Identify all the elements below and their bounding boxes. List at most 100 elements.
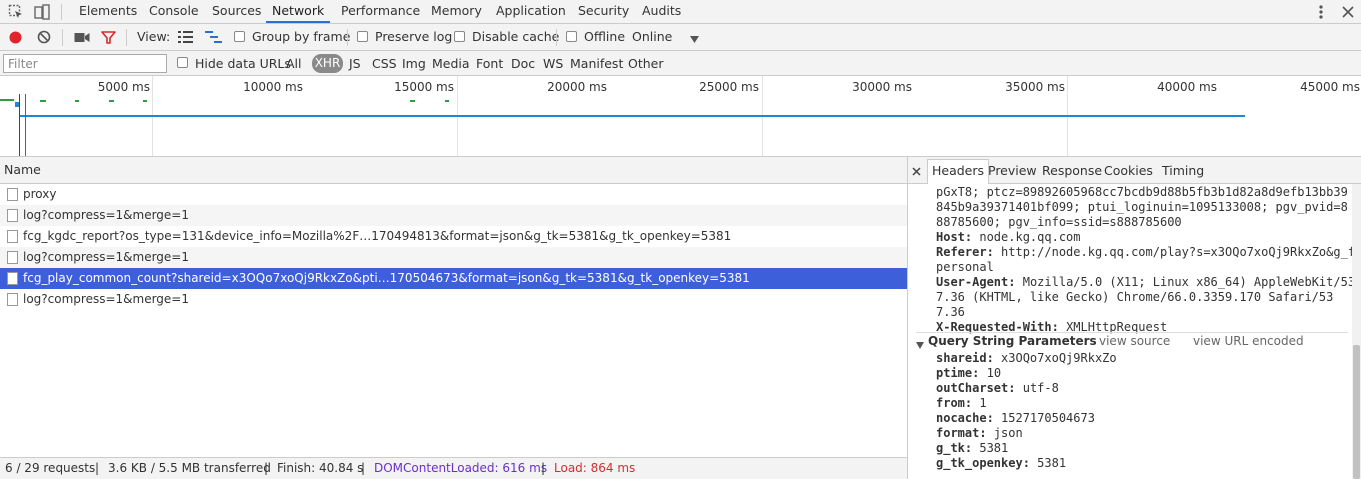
dom-content-loaded-marker [19, 94, 20, 156]
tab-security[interactable]: Security [578, 0, 629, 23]
devtools-tab-bar: Elements Console Sources Network Perform… [0, 0, 1361, 24]
filter-type-doc[interactable]: Doc [511, 56, 535, 71]
filter-type-media[interactable]: Media [432, 56, 470, 71]
request-row[interactable]: log?compress=1&merge=1 [0, 247, 907, 268]
detail-tab-response[interactable]: Response [1042, 163, 1102, 178]
timeline-long-bar [19, 115, 1245, 117]
detail-tab-timing[interactable]: Timing [1162, 163, 1204, 178]
document-icon [7, 293, 18, 306]
request-row[interactable]: proxy [0, 184, 907, 205]
throttling-select[interactable]: Online [630, 24, 704, 50]
detail-scrollbar-thumb[interactable] [1353, 345, 1360, 479]
offline-checkbox[interactable] [566, 31, 577, 42]
view-source-link[interactable]: view source [1099, 334, 1170, 348]
timeline-overview[interactable]: 5000 ms 10000 ms 15000 ms 20000 ms 25000… [0, 76, 1361, 157]
clear-icon[interactable] [37, 30, 51, 44]
request-row[interactable]: log?compress=1&merge=1 [0, 289, 907, 310]
offline-label[interactable]: Offline [584, 29, 625, 44]
view-url-encoded-link[interactable]: view URL encoded [1193, 334, 1304, 348]
capture-screenshots-icon[interactable] [74, 31, 90, 44]
query-param: from: 1 [936, 396, 1346, 411]
tab-performance[interactable]: Performance [341, 0, 420, 23]
tab-sources[interactable]: Sources [212, 0, 261, 23]
filter-type-xhr[interactable]: XHR [312, 54, 343, 73]
request-row[interactable]: fcg_kgdc_report?os_type=131&device_info=… [0, 226, 907, 247]
close-devtools-icon[interactable] [1341, 5, 1355, 19]
filter-input[interactable] [3, 54, 167, 73]
tab-console[interactable]: Console [149, 0, 199, 23]
name-column-header[interactable]: Name [0, 157, 907, 184]
record-icon[interactable] [9, 31, 22, 44]
hide-data-urls-label[interactable]: Hide data URLs [195, 56, 291, 71]
tabbar-separator [61, 4, 62, 20]
timeline-request-bar [143, 100, 147, 102]
toolbar-separator [62, 29, 63, 46]
filter-type-img[interactable]: Img [402, 56, 426, 71]
timeline-request-bar [40, 100, 46, 102]
timeline-tick: 45000 ms [1300, 80, 1360, 94]
header-value: Mozilla/5.0 (X11; Linux x86_64) AppleWeb… [1022, 275, 1356, 289]
filter-type-font[interactable]: Font [476, 56, 503, 71]
request-name: proxy [23, 187, 57, 201]
param-key: outCharset: [936, 381, 1016, 395]
status-separator: | [541, 461, 546, 475]
filter-type-other[interactable]: Other [628, 56, 664, 71]
status-separator: | [264, 461, 269, 475]
header-value-continued: personal [936, 260, 994, 274]
tab-network[interactable]: Network [266, 0, 331, 23]
request-row-selected[interactable]: fcg_play_common_count?shareid=x3OQo7xoQj… [0, 268, 907, 289]
close-detail-icon[interactable] [912, 165, 921, 176]
timeline-tick: 30000 ms [852, 80, 912, 94]
tab-memory[interactable]: Memory [431, 0, 482, 23]
document-icon [7, 188, 18, 201]
timeline-request-bar [0, 99, 14, 101]
query-param: shareid: x3OQo7xoQj9RkxZo [936, 351, 1346, 366]
query-param: g_tk_openkey: 5381 [936, 456, 1346, 471]
param-value: 1527170504673 [1001, 411, 1095, 425]
hide-data-urls-checkbox[interactable] [177, 57, 188, 68]
detail-tab-preview[interactable]: Preview [988, 163, 1037, 178]
param-key: nocache: [936, 411, 994, 425]
query-param: nocache: 1527170504673 [936, 411, 1346, 426]
disable-cache-label[interactable]: Disable cache [472, 29, 559, 44]
param-key: shareid: [936, 351, 994, 365]
device-toolbar-icon[interactable] [34, 4, 50, 20]
request-detail-pane: Headers Preview Response Cookies Timing … [908, 157, 1361, 479]
request-name: log?compress=1&merge=1 [23, 250, 189, 264]
request-list: Name proxy log?compress=1&merge=1 fcg_kg… [0, 157, 908, 457]
param-key: format: [936, 426, 987, 440]
detail-tab-cookies[interactable]: Cookies [1104, 163, 1153, 178]
more-options-icon[interactable] [1316, 3, 1326, 21]
inspect-element-icon[interactable] [8, 4, 24, 20]
header-referer: Referer: http://node.kg.qq.com/play?s=x3… [936, 245, 1361, 260]
query-param: format: json [936, 426, 1346, 441]
detail-tab-headers[interactable]: Headers [927, 159, 990, 184]
filter-type-js[interactable]: JS [349, 56, 361, 71]
tab-elements[interactable]: Elements [79, 0, 137, 23]
load-time: Load: 864 ms [554, 461, 636, 475]
filter-type-all[interactable]: All [286, 56, 302, 71]
param-value: x3OQo7xoQj9RkxZo [1001, 351, 1117, 365]
filter-icon[interactable] [101, 30, 116, 45]
disable-cache-checkbox[interactable] [454, 31, 465, 42]
header-value-continued: 7.36 (KHTML, like Gecko) Chrome/66.0.335… [936, 290, 1334, 304]
filter-type-css[interactable]: CSS [372, 56, 397, 71]
filter-type-manifest[interactable]: Manifest [570, 56, 623, 71]
query-section-header[interactable]: Query String Parameters view source view… [916, 334, 1346, 350]
group-by-frame-checkbox[interactable] [234, 31, 245, 42]
detail-tab-bar: Headers Preview Response Cookies Timing [908, 157, 1361, 184]
tab-application[interactable]: Application [496, 0, 566, 23]
timeline-tick: 10000 ms [243, 80, 303, 94]
waterfall-overview-icon[interactable] [205, 31, 222, 43]
timeline-request-bar [410, 100, 415, 102]
preserve-log-label[interactable]: Preserve log [375, 29, 452, 44]
query-param: outCharset: utf-8 [936, 381, 1346, 396]
request-row[interactable]: log?compress=1&merge=1 [0, 205, 907, 226]
large-rows-icon[interactable] [178, 31, 193, 43]
param-key: from: [936, 396, 973, 410]
tab-audits[interactable]: Audits [642, 0, 681, 23]
request-name: log?compress=1&merge=1 [23, 208, 189, 222]
group-by-frame-label[interactable]: Group by frame [252, 29, 350, 44]
preserve-log-checkbox[interactable] [357, 31, 368, 42]
filter-type-ws[interactable]: WS [543, 56, 563, 71]
